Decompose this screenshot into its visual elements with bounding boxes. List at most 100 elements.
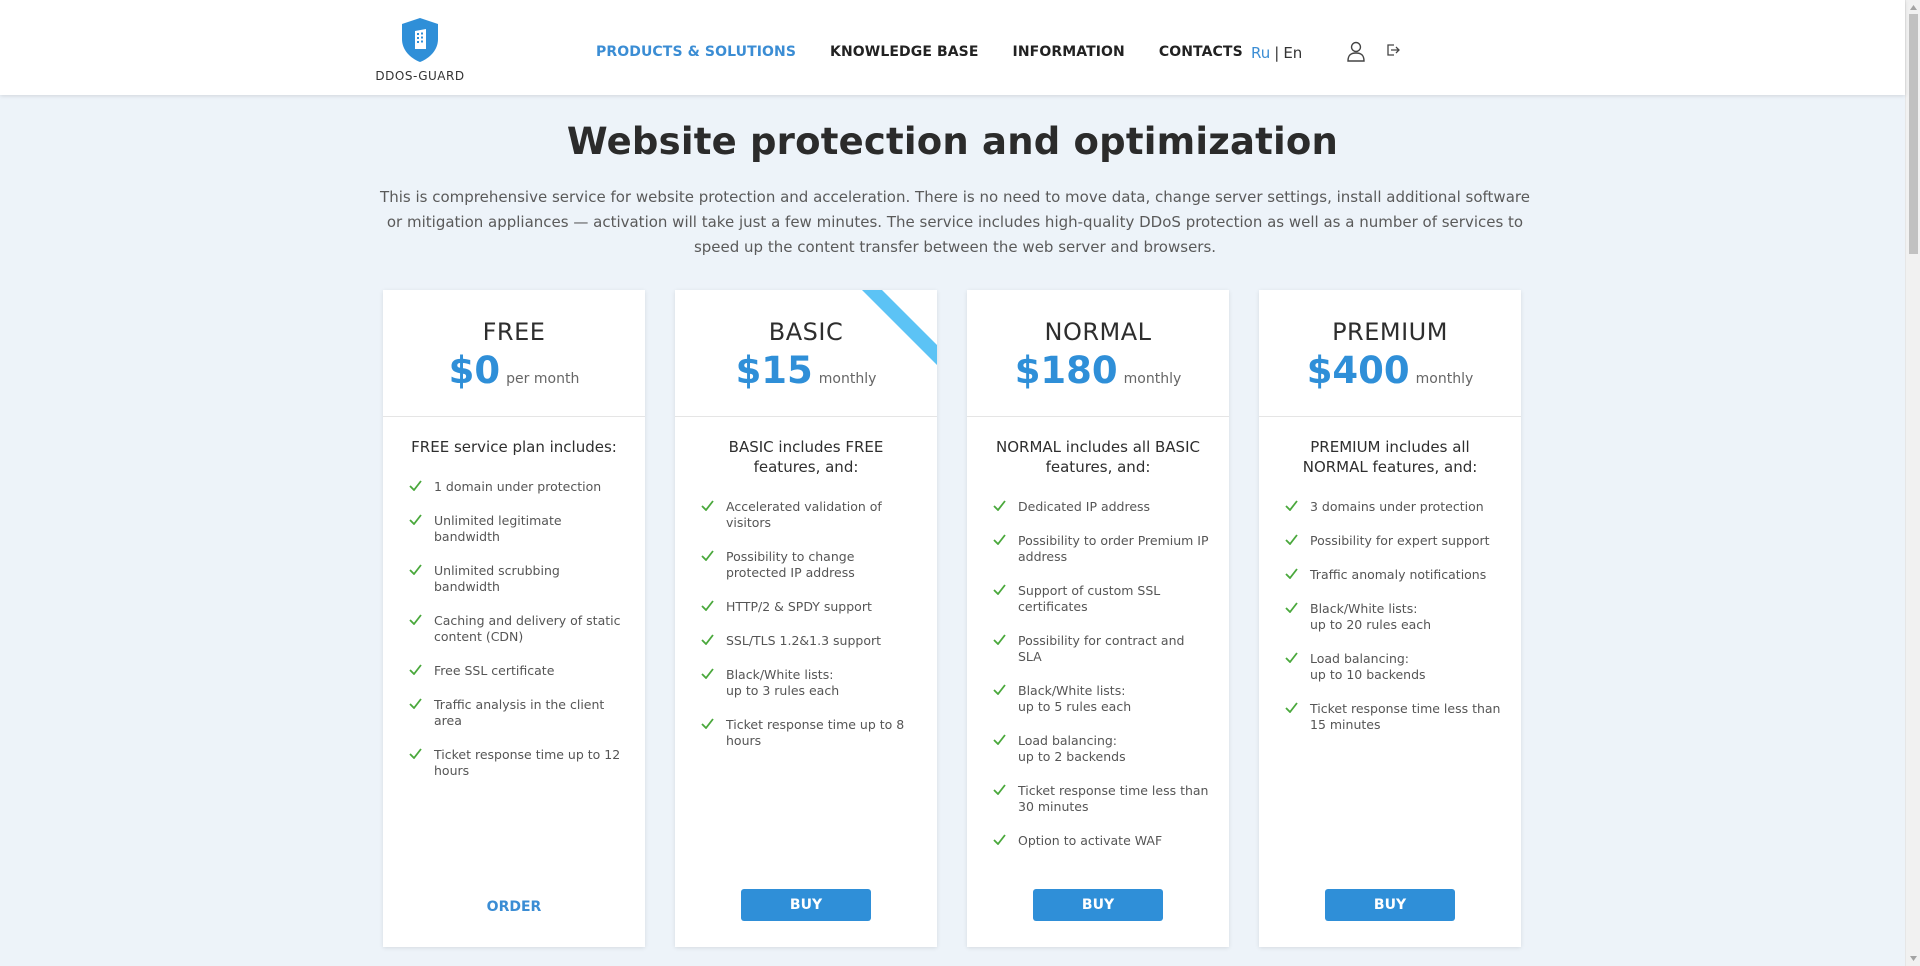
plan-price-row: $400 monthly xyxy=(1259,349,1521,392)
checkmark-icon xyxy=(1285,534,1298,545)
order-button[interactable]: ORDER xyxy=(475,893,554,921)
buy-button-basic[interactable]: BUY xyxy=(741,889,871,921)
feature-text: Ticket response time up to 8 hours xyxy=(726,717,905,748)
feature-text: HTTP/2 & SPDY support xyxy=(726,599,872,614)
feature-item: Ticket response time up to 8 hours xyxy=(701,717,917,749)
feature-item: Support of custom SSL certificates xyxy=(993,583,1209,615)
feature-list: 1 domain under protection Unlimited legit… xyxy=(383,457,645,779)
feature-text: Unlimited legitimate bandwidth xyxy=(434,513,562,544)
plan-card-premium: PREMIUM $400 monthly PREMIUM includes all… xyxy=(1259,290,1521,947)
logo[interactable]: DDOS-GUARD xyxy=(375,17,465,87)
scroll-up-arrow-icon[interactable] xyxy=(1909,3,1918,12)
feature-text: Support of custom SSL certificates xyxy=(1018,583,1161,614)
feature-text: 3 domains under protection xyxy=(1310,499,1484,514)
checkmark-icon xyxy=(993,834,1006,845)
feature-item: SSL/TLS 1.2&1.3 support xyxy=(701,633,917,649)
checkmark-icon xyxy=(993,500,1006,511)
plan-period: monthly xyxy=(1415,371,1474,387)
main-nav: PRODUCTS & SOLUTIONS KNOWLEDGE BASE INFO… xyxy=(596,44,1243,60)
lang-ru-link[interactable]: Ru xyxy=(1251,44,1270,62)
page-scrollbar[interactable] xyxy=(1905,0,1920,966)
plan-card-normal: NORMAL $180 monthly NORMAL includes all B… xyxy=(967,290,1229,947)
plan-action: BUY xyxy=(1259,889,1521,921)
feature-item: HTTP/2 & SPDY support xyxy=(701,599,917,615)
nav-products-solutions[interactable]: PRODUCTS & SOLUTIONS xyxy=(596,44,796,60)
logout-icon[interactable] xyxy=(1385,42,1401,58)
feature-text: Unlimited scrubbing bandwidth xyxy=(434,563,560,594)
plan-price: $15 xyxy=(735,349,813,392)
feature-text: Accelerated validation of visitors xyxy=(726,499,882,530)
user-account-icon[interactable] xyxy=(1346,41,1366,62)
checkmark-icon xyxy=(701,634,714,645)
page-description: This is comprehensive service for websit… xyxy=(380,188,1530,256)
feature-item: Black/White lists: up to 3 rules each xyxy=(701,667,917,699)
feature-text: Traffic analysis in the client area xyxy=(434,697,605,728)
shield-logo-icon xyxy=(402,18,438,62)
feature-text: Possibility for contract and SLA xyxy=(1018,633,1185,664)
feature-text: Option to activate WAF xyxy=(1018,833,1163,848)
plan-period: monthly xyxy=(1123,371,1182,387)
plan-name: NORMAL xyxy=(1044,318,1152,346)
plan-intro: PREMIUM includes all NORMAL features, an… xyxy=(1302,438,1478,476)
buy-button-normal[interactable]: BUY xyxy=(1033,889,1163,921)
feature-item: Traffic analysis in the client area xyxy=(409,697,625,729)
feature-text: Ticket response time less than 30 minute… xyxy=(1018,783,1209,814)
corner-ribbon xyxy=(862,290,937,365)
feature-item: Ticket response time less than 30 minute… xyxy=(993,783,1209,815)
checkmark-icon xyxy=(409,698,422,709)
checkmark-icon xyxy=(1285,652,1298,663)
plan-header: NORMAL $180 monthly xyxy=(967,290,1229,417)
feature-text: Ticket response time up to 12 hours xyxy=(434,747,621,778)
site-header: DDOS-GUARD PRODUCTS & SOLUTIONS KNOWLEDG… xyxy=(0,0,1905,95)
feature-item: Ticket response time less than 15 minute… xyxy=(1285,701,1501,733)
checkmark-icon xyxy=(993,534,1006,545)
nav-knowledge-base[interactable]: KNOWLEDGE BASE xyxy=(830,44,979,60)
plan-price: $400 xyxy=(1306,349,1410,392)
feature-item: Load balancing: up to 10 backends xyxy=(1285,651,1501,683)
lang-separator: | xyxy=(1274,44,1280,62)
plan-period: per month xyxy=(506,371,580,387)
feature-text: Load balancing: up to 10 backends xyxy=(1310,651,1426,682)
feature-text: Traffic anomaly notifications xyxy=(1310,567,1487,582)
checkmark-icon xyxy=(993,584,1006,595)
feature-item: Black/White lists: up to 5 rules each xyxy=(993,683,1209,715)
plan-price-row: $0 per month xyxy=(383,349,645,392)
feature-list: 3 domains under protection Possibility fo… xyxy=(1259,477,1521,733)
feature-text: Dedicated IP address xyxy=(1018,499,1151,514)
checkmark-icon xyxy=(701,500,714,511)
plan-action: BUY xyxy=(967,889,1229,921)
feature-item: Ticket response time up to 12 hours xyxy=(409,747,625,779)
checkmark-icon xyxy=(993,634,1006,645)
plan-price: $0 xyxy=(448,349,501,392)
feature-item: 3 domains under protection xyxy=(1285,499,1501,515)
checkmark-icon xyxy=(701,550,714,561)
nav-information[interactable]: INFORMATION xyxy=(1013,44,1125,60)
nav-contacts[interactable]: CONTACTS xyxy=(1159,44,1243,60)
feature-text: SSL/TLS 1.2&1.3 support xyxy=(726,633,882,648)
lang-en-link[interactable]: En xyxy=(1283,44,1302,62)
checkmark-icon xyxy=(409,564,422,575)
checkmark-icon xyxy=(1285,568,1298,579)
logo-text: DDOS-GUARD xyxy=(375,69,465,83)
plan-intro: NORMAL includes all BASIC features, and: xyxy=(996,438,1200,476)
feature-item: Unlimited legitimate bandwidth xyxy=(409,513,625,545)
plan-card-free: FREE $0 per month FREE service plan inclu… xyxy=(383,290,645,947)
plan-name: PREMIUM xyxy=(1332,318,1448,346)
buy-button-premium[interactable]: BUY xyxy=(1325,889,1455,921)
feature-item: Possibility for expert support xyxy=(1285,533,1501,549)
feature-item: Unlimited scrubbing bandwidth xyxy=(409,563,625,595)
language-switcher: Ru | En xyxy=(1251,44,1302,62)
checkmark-icon xyxy=(409,514,422,525)
feature-text: Black/White lists: up to 3 rules each xyxy=(726,667,840,698)
scroll-down-arrow-icon[interactable] xyxy=(1909,954,1918,963)
plan-intro: FREE service plan includes: xyxy=(411,438,617,456)
feature-text: Possibility for expert support xyxy=(1310,533,1490,548)
feature-text: Possibility to change protected IP addre… xyxy=(726,549,855,580)
checkmark-icon xyxy=(1285,500,1298,511)
feature-text: Black/White lists: up to 20 rules each xyxy=(1310,601,1432,632)
feature-item: Accelerated validation of visitors xyxy=(701,499,917,531)
checkmark-icon xyxy=(409,664,422,675)
checkmark-icon xyxy=(1285,702,1298,713)
feature-item: 1 domain under protection xyxy=(409,479,625,495)
scroll-thumb[interactable] xyxy=(1909,14,1918,254)
